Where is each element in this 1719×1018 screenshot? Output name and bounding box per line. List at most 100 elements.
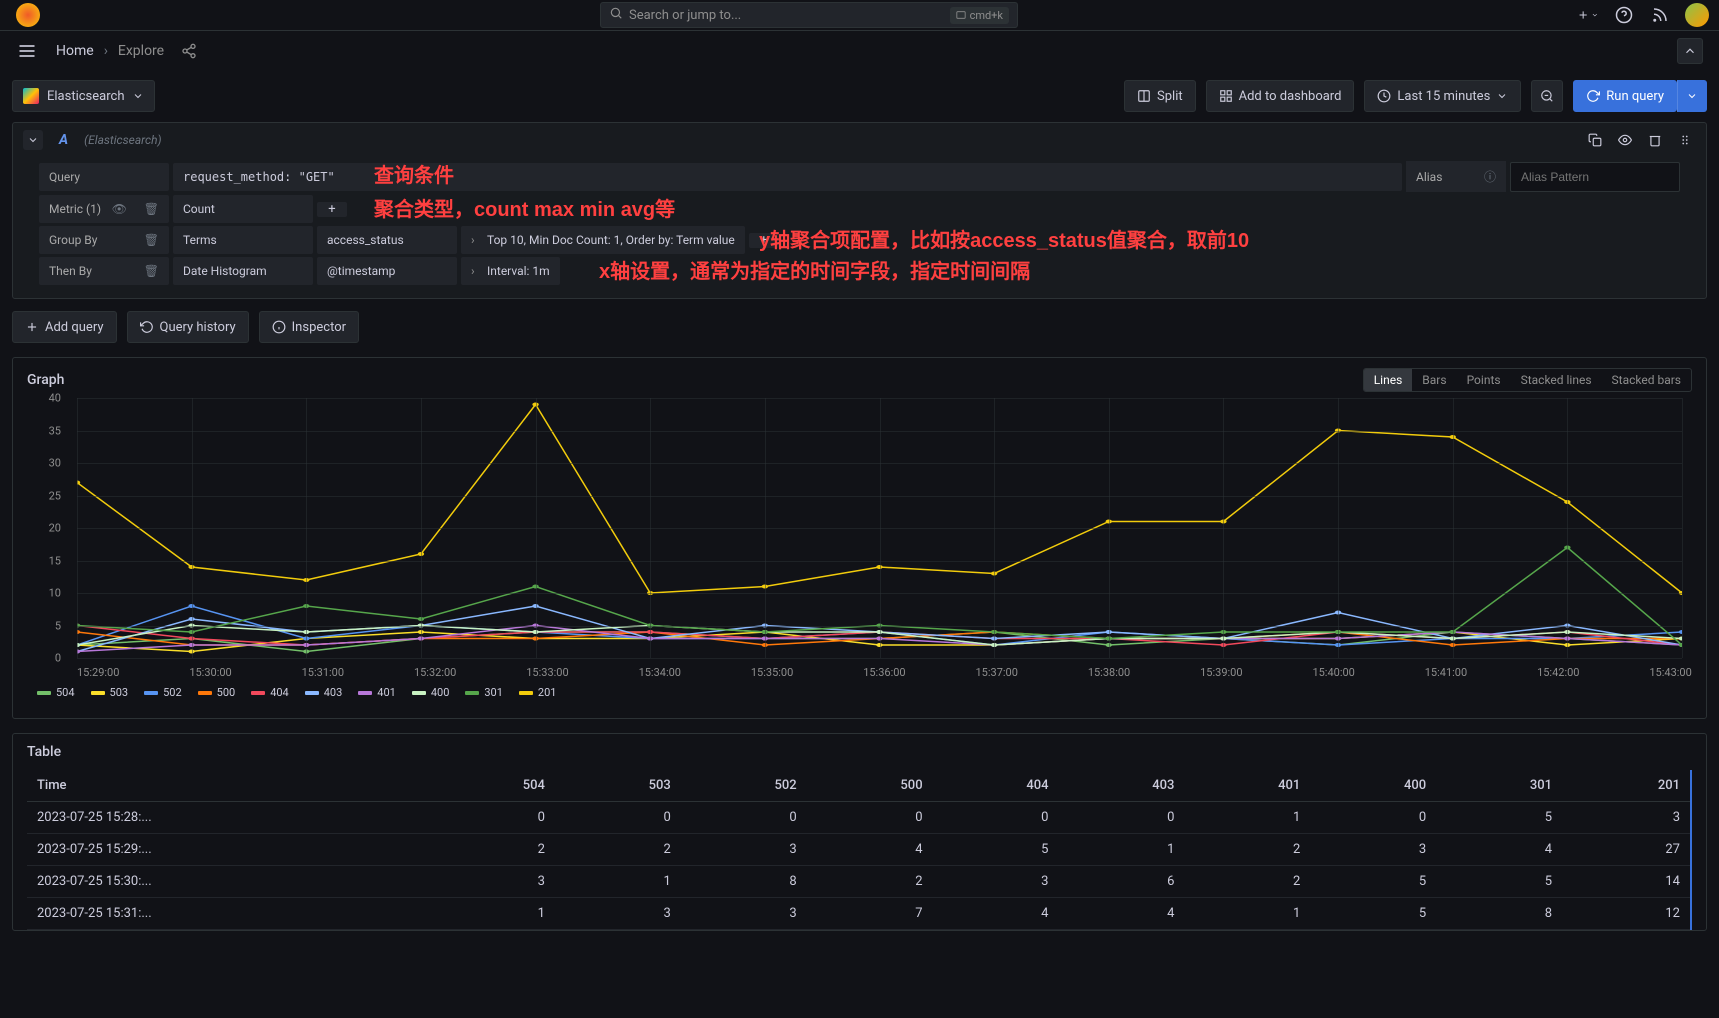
- table-row[interactable]: 2023-07-25 15:31:...13374415812: [27, 898, 1691, 930]
- add-metric-button[interactable]: +: [317, 202, 347, 217]
- chart-plot[interactable]: [77, 398, 1682, 658]
- thenby-field[interactable]: @timestamp: [317, 257, 457, 285]
- table-column-header[interactable]: 404: [933, 770, 1059, 802]
- news-icon[interactable]: [1649, 4, 1671, 26]
- run-query-button[interactable]: Run query: [1573, 80, 1677, 112]
- info-icon[interactable]: ⓘ: [1484, 168, 1496, 185]
- grafana-logo[interactable]: [16, 3, 40, 27]
- legend-item[interactable]: 401: [358, 686, 396, 699]
- legend-item[interactable]: 404: [251, 686, 289, 699]
- table-column-header[interactable]: 503: [555, 770, 681, 802]
- table-cell: 0: [807, 802, 933, 834]
- split-button[interactable]: Split: [1124, 80, 1196, 112]
- legend-item[interactable]: 504: [37, 686, 75, 699]
- table-column-header[interactable]: 401: [1184, 770, 1310, 802]
- datasource-picker[interactable]: Elasticsearch: [12, 80, 155, 112]
- history-icon: [140, 320, 154, 334]
- viz-option-stacked-bars[interactable]: Stacked bars: [1602, 369, 1691, 391]
- table-cell: 3: [1310, 834, 1436, 866]
- thenby-type[interactable]: Date Histogram: [173, 257, 313, 285]
- help-icon[interactable]: [1613, 4, 1635, 26]
- info-icon: [272, 320, 286, 334]
- run-query-dropdown[interactable]: [1677, 80, 1707, 112]
- add-icon[interactable]: [1577, 4, 1599, 26]
- groupby-field[interactable]: access_status: [317, 226, 457, 254]
- viz-option-stacked-lines[interactable]: Stacked lines: [1511, 369, 1602, 391]
- chart-area[interactable]: 0510152025303540 15:29:0015:30:0015:31:0…: [27, 398, 1692, 708]
- table-column-header[interactable]: Time: [27, 770, 429, 802]
- table-cell: 4: [1436, 834, 1562, 866]
- table-column-header[interactable]: 504: [429, 770, 555, 802]
- groupby-options[interactable]: ›Top 10, Min Doc Count: 1, Order by: Ter…: [461, 226, 745, 254]
- table-row[interactable]: 2023-07-25 15:29:...22345123427: [27, 834, 1691, 866]
- table-column-header[interactable]: 400: [1310, 770, 1436, 802]
- x-tick: 15:30:00: [189, 666, 231, 679]
- legend-item[interactable]: 201: [519, 686, 557, 699]
- query-badge[interactable]: A: [53, 132, 74, 148]
- query-input[interactable]: request_method: "GET": [173, 163, 1402, 191]
- table-cell: 0: [1058, 802, 1184, 834]
- legend-label: 301: [484, 686, 503, 699]
- table-cell: 3: [1562, 802, 1691, 834]
- y-tick: 20: [49, 522, 61, 535]
- legend-item[interactable]: 400: [412, 686, 450, 699]
- menu-icon[interactable]: [16, 40, 38, 62]
- inspector-button[interactable]: Inspector: [259, 311, 359, 343]
- table-cell: 4: [807, 834, 933, 866]
- delete-query-icon[interactable]: [1644, 129, 1666, 151]
- table-cell: 12: [1562, 898, 1691, 930]
- table-row[interactable]: 2023-07-25 15:30:...31823625514: [27, 866, 1691, 898]
- eye-icon[interactable]: 👁: [112, 202, 127, 216]
- legend-item[interactable]: 403: [305, 686, 343, 699]
- groupby-type[interactable]: Terms: [173, 226, 313, 254]
- table-row[interactable]: 2023-07-25 15:28:...0000001053: [27, 802, 1691, 834]
- avatar[interactable]: [1685, 3, 1709, 27]
- query-history-button[interactable]: Query history: [127, 311, 249, 343]
- table-column-header[interactable]: 502: [681, 770, 807, 802]
- add-to-dashboard-button[interactable]: Add to dashboard: [1206, 80, 1355, 112]
- viz-option-points[interactable]: Points: [1457, 369, 1511, 391]
- zoom-out-button[interactable]: [1531, 80, 1563, 112]
- search-input[interactable]: Search or jump to... cmd+k: [600, 2, 1018, 28]
- table-column-header[interactable]: 201: [1562, 770, 1691, 802]
- legend-item[interactable]: 500: [198, 686, 236, 699]
- viz-option-bars[interactable]: Bars: [1412, 369, 1456, 391]
- annotation-query: 查询条件: [374, 159, 454, 188]
- alias-input[interactable]: [1510, 162, 1680, 192]
- trash-icon[interactable]: 🗑: [144, 233, 159, 247]
- drag-handle-icon[interactable]: [1674, 129, 1696, 151]
- table-column-header[interactable]: 403: [1058, 770, 1184, 802]
- table-column-header[interactable]: 301: [1436, 770, 1562, 802]
- collapse-button[interactable]: [1677, 38, 1703, 64]
- y-tick: 35: [49, 424, 61, 437]
- query-header: A (Elasticsearch): [13, 123, 1706, 157]
- annotation-thenby: x轴设置，通常为指定的时间字段，指定时间间隔: [599, 255, 1030, 284]
- alias-label: Aliasⓘ: [1406, 161, 1506, 192]
- table-cell: 3: [555, 898, 681, 930]
- breadcrumb-home[interactable]: Home: [56, 43, 94, 59]
- search-placeholder: Search or jump to...: [629, 8, 741, 23]
- metric-type[interactable]: Count: [173, 195, 313, 223]
- trash-icon[interactable]: 🗑: [144, 202, 159, 216]
- viz-option-lines[interactable]: Lines: [1364, 369, 1413, 391]
- elasticsearch-icon: [23, 88, 39, 104]
- trash-icon[interactable]: 🗑: [144, 264, 159, 278]
- legend-item[interactable]: 301: [465, 686, 503, 699]
- share-icon[interactable]: [178, 40, 200, 62]
- legend-swatch: [519, 691, 533, 695]
- data-table: Time504503502500404403401400301201 2023-…: [27, 770, 1692, 930]
- breadcrumb-current[interactable]: Explore: [118, 43, 164, 59]
- query-collapse-toggle[interactable]: [23, 130, 43, 150]
- thenby-options[interactable]: ›Interval: 1m: [461, 257, 560, 285]
- x-tick: 15:32:00: [414, 666, 456, 679]
- copy-query-icon[interactable]: [1584, 129, 1606, 151]
- toggle-query-visibility-icon[interactable]: [1614, 129, 1636, 151]
- legend-item[interactable]: 503: [91, 686, 129, 699]
- table-column-header[interactable]: 500: [807, 770, 933, 802]
- table-cell: 1: [555, 866, 681, 898]
- add-query-button[interactable]: Add query: [12, 311, 117, 343]
- time-range-picker[interactable]: Last 15 minutes: [1364, 80, 1521, 112]
- metric-label: Metric (1)👁🗑: [39, 195, 169, 223]
- legend-item[interactable]: 502: [144, 686, 182, 699]
- table-cell: 5: [933, 834, 1059, 866]
